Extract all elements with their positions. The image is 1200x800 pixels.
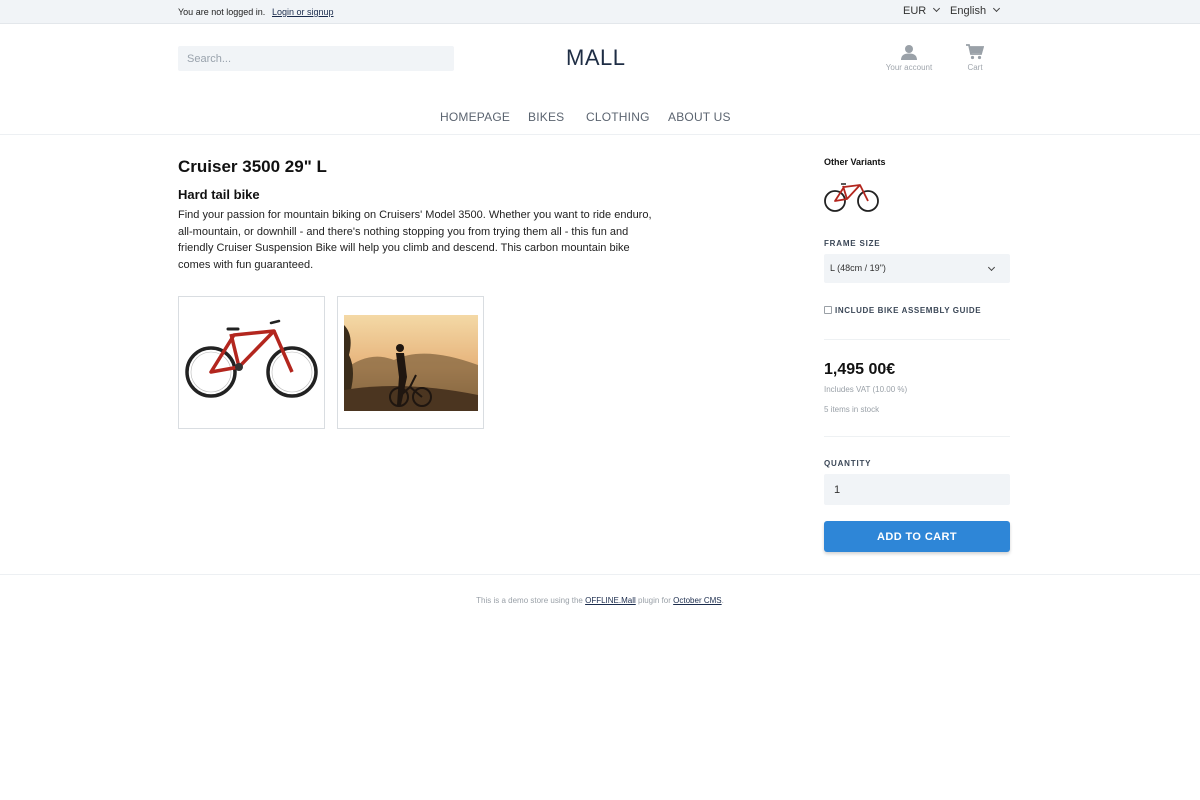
assembly-guide-label: INCLUDE BIKE ASSEMBLY GUIDE <box>835 306 982 315</box>
add-to-cart-button[interactable]: ADD TO CART <box>824 521 1010 552</box>
nav-item-homepage[interactable]: HOMEPAGE <box>440 110 510 124</box>
cart-icon <box>955 44 995 60</box>
language-selector[interactable]: English <box>950 4 1001 17</box>
stock-status: 5 items in stock <box>824 405 880 414</box>
site-logo[interactable]: MALL <box>566 45 625 71</box>
nav-item-bikes[interactable]: BIKES <box>528 110 564 124</box>
login-signup-link[interactable]: Login or signup <box>272 7 334 17</box>
login-status-text: You are not logged in. <box>178 7 266 17</box>
variant-thumbnail[interactable] <box>823 178 881 214</box>
chevron-down-icon <box>933 4 941 13</box>
currency-value: EUR <box>903 5 927 17</box>
cart-link[interactable]: Cart <box>955 44 995 72</box>
rider-photo <box>344 315 478 411</box>
divider <box>824 436 1010 437</box>
frame-size-select[interactable]: L (48cm / 19") <box>824 254 1010 283</box>
assembly-guide-option[interactable]: INCLUDE BIKE ASSEMBLY GUIDE <box>824 306 981 315</box>
footer-divider <box>0 574 1200 575</box>
frame-size-value: L (48cm / 19") <box>830 263 886 273</box>
cart-label: Cart <box>967 63 983 72</box>
bike-image <box>824 183 879 212</box>
account-label: Your account <box>885 63 933 72</box>
offline-mall-link[interactable]: OFFLINE.Mall <box>585 596 636 605</box>
assembly-guide-checkbox[interactable] <box>824 306 832 314</box>
footer-prefix: This is a demo store using the <box>476 596 583 605</box>
product-image-thumbnail[interactable] <box>337 296 484 429</box>
language-value: English <box>950 5 987 17</box>
october-cms-link[interactable]: October CMS <box>673 596 721 605</box>
footer-suffix: . <box>721 596 724 605</box>
product-subtitle: Hard tail bike <box>178 187 260 202</box>
divider <box>824 339 1010 340</box>
product-image-thumbnail[interactable] <box>178 296 325 429</box>
chevron-down-icon <box>993 4 1001 13</box>
header-divider <box>0 134 1200 135</box>
quantity-label: QUANTITY <box>824 459 872 468</box>
currency-selector[interactable]: EUR <box>903 4 941 17</box>
other-variants-heading: Other Variants <box>824 157 886 167</box>
quantity-input[interactable] <box>824 474 1010 505</box>
frame-size-label: FRAME SIZE <box>824 239 881 248</box>
footer-middle: plugin for <box>638 596 671 605</box>
chevron-down-icon <box>987 263 996 272</box>
product-description: Find your passion for mountain biking on… <box>178 209 652 272</box>
top-bar: You are not logged in. Login or signup E… <box>0 0 1200 24</box>
price: 1,495 00€ <box>824 361 896 378</box>
nav-item-about-us[interactable]: ABOUT US <box>668 110 731 124</box>
account-link[interactable]: Your account <box>880 44 938 72</box>
footer-text: This is a demo store using the OFFLINE.M… <box>0 596 1200 605</box>
product-title: Cruiser 3500 29" L <box>178 157 327 176</box>
bike-image <box>185 319 318 398</box>
person-icon <box>880 44 938 60</box>
search-input[interactable] <box>178 46 454 71</box>
main-nav: HOMEPAGE BIKES CLOTHING ABOUT US <box>0 110 1200 134</box>
nav-item-clothing[interactable]: CLOTHING <box>586 110 650 124</box>
vat-note: Includes VAT (10.00 %) <box>824 385 908 394</box>
